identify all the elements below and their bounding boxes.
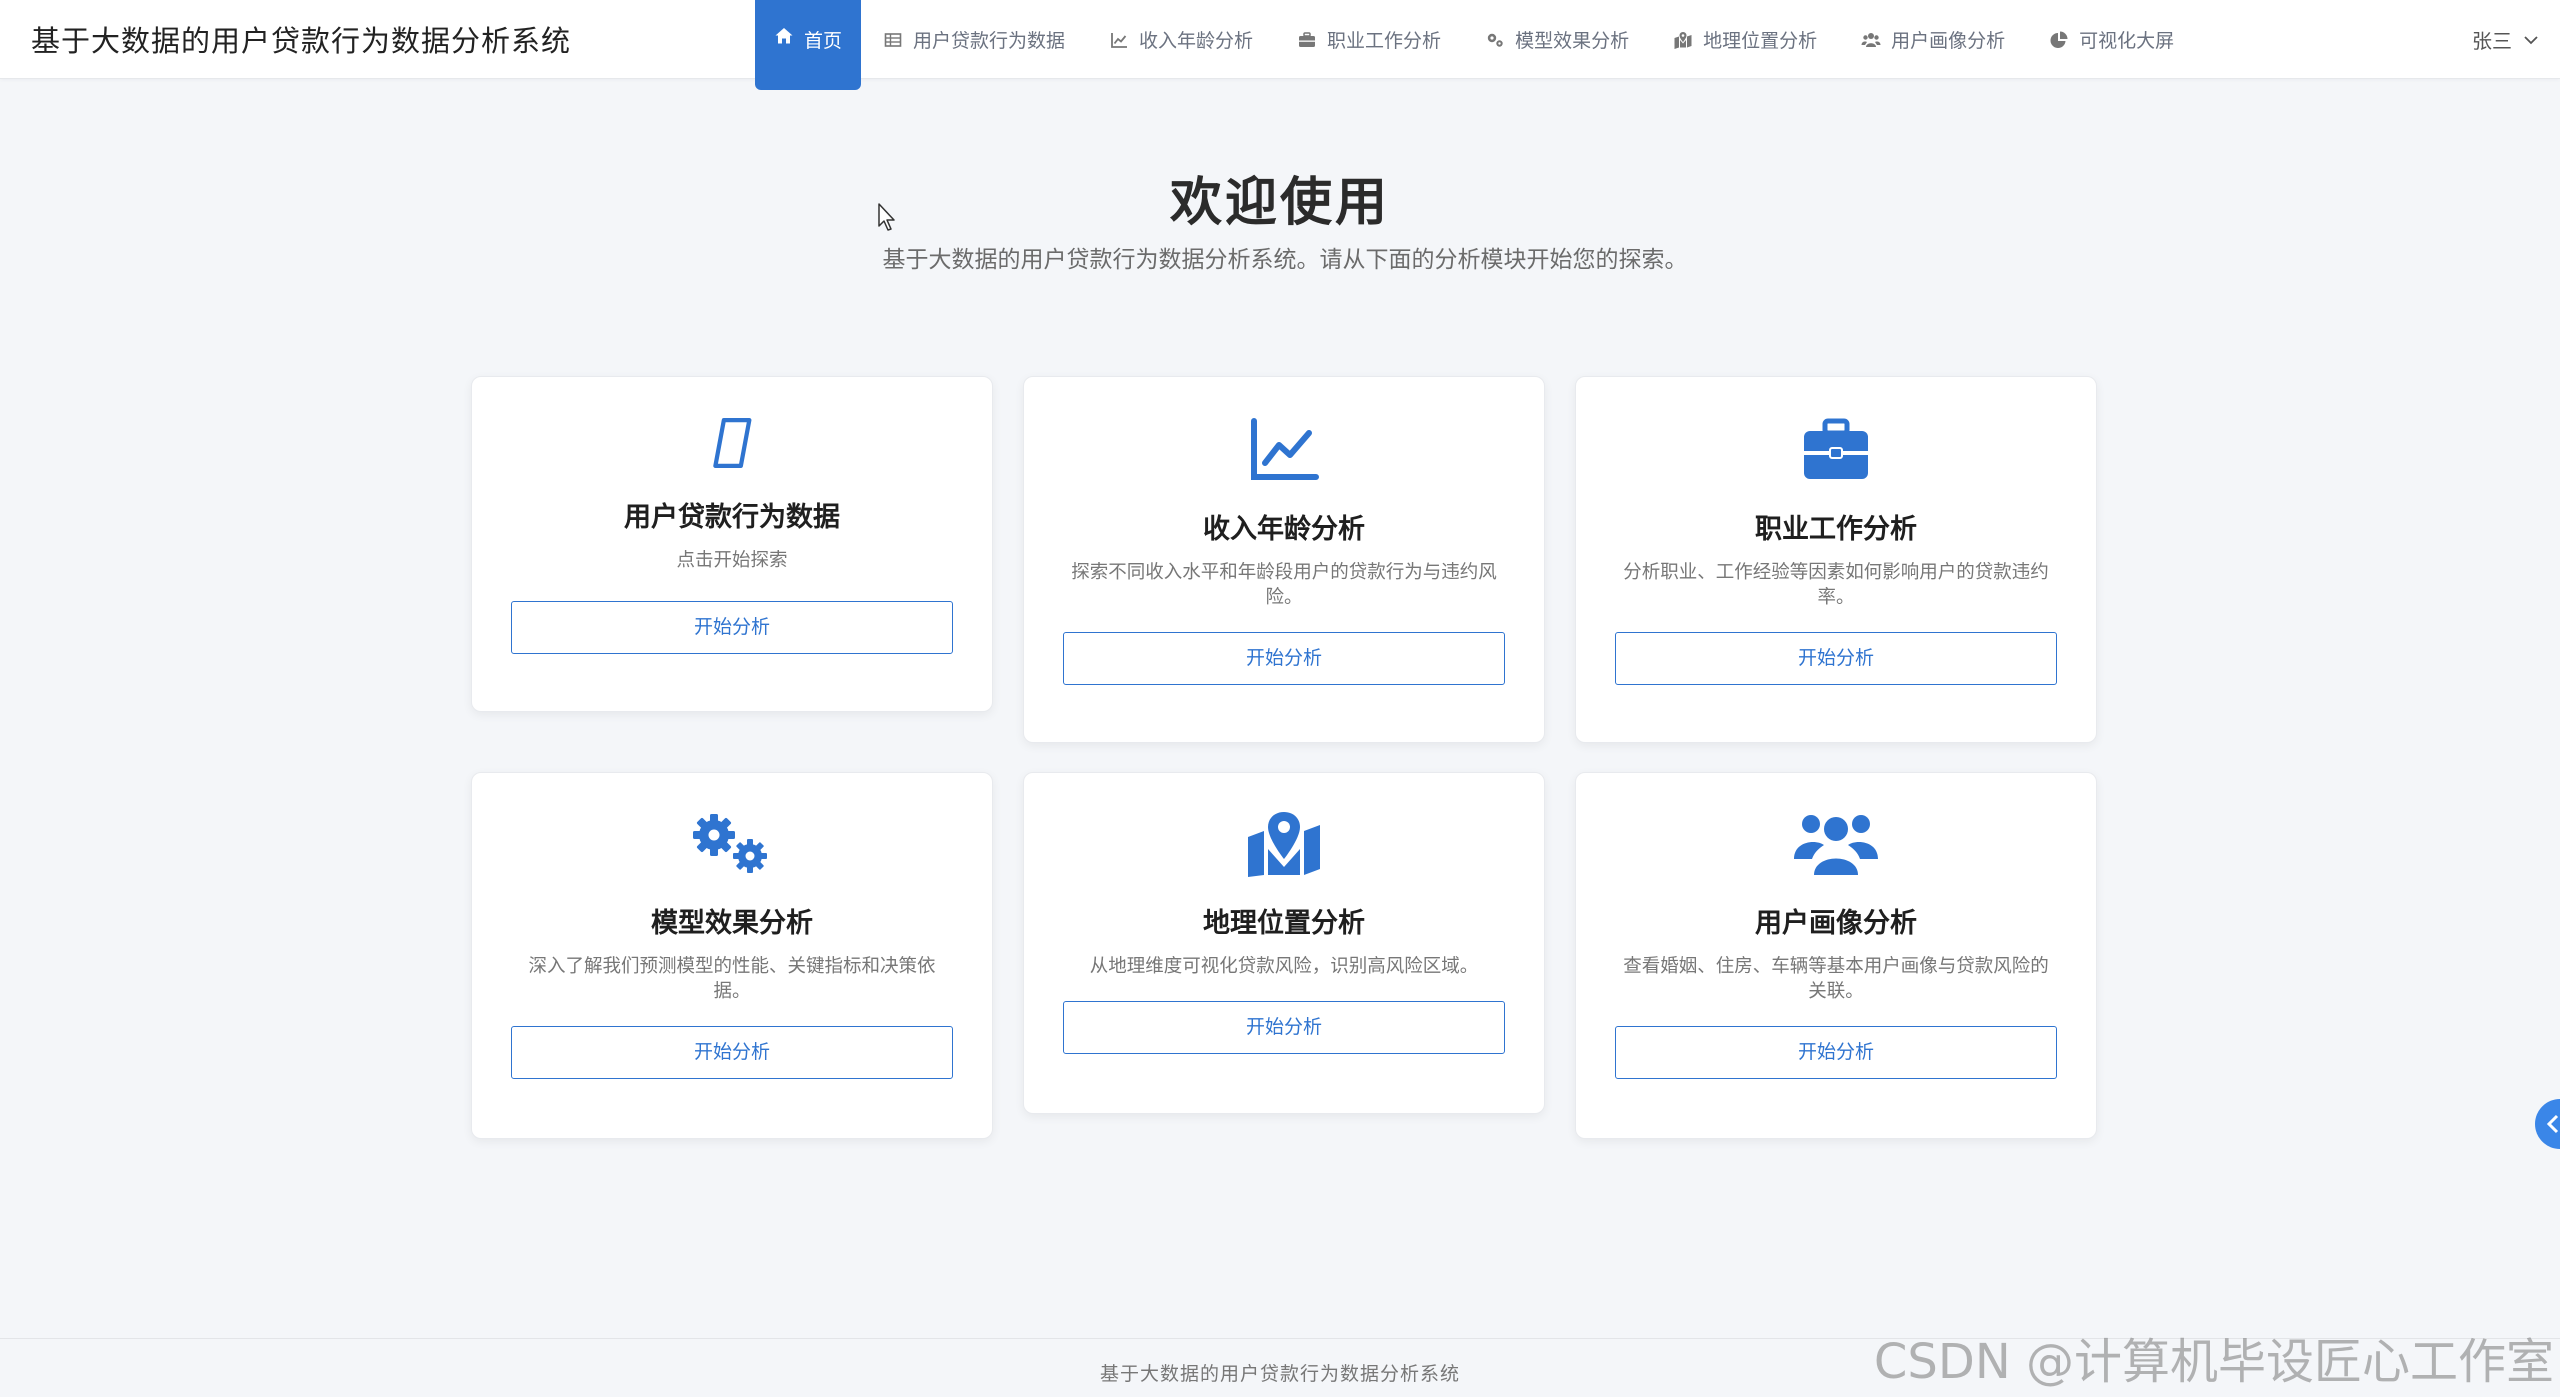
nav-item-label: 收入年龄分析 xyxy=(1139,30,1254,52)
briefcase-icon xyxy=(1297,30,1317,50)
card-description: 查看婚姻、住房、车辆等基本用户画像与贷款风险的关联。 xyxy=(1623,956,2049,1002)
card-description: 深入了解我们预测模型的性能、关键指标和决策依据。 xyxy=(528,956,936,1002)
module-card-profile: 用户画像分析 查看婚姻、住房、车辆等基本用户画像与贷款风险的关联。 开始分析 xyxy=(1575,772,2097,1139)
start-analysis-button[interactable]: 开始分析 xyxy=(1615,1026,2057,1079)
table-icon xyxy=(712,417,752,469)
top-navbar: 基于大数据的用户贷款行为数据分析系统 首页 用户贷款行为数据 收入年龄分析 职业… xyxy=(0,0,2560,90)
card-title: 收入年龄分析 xyxy=(1203,514,1365,545)
chevron-left-icon xyxy=(2546,1114,2559,1134)
map-icon xyxy=(1248,812,1320,877)
card-description: 探索不同收入水平和年龄段用户的贷款行为与违约风险。 xyxy=(1071,562,1497,608)
nav-item-income-age[interactable]: 收入年龄分析 xyxy=(1087,0,1275,79)
module-card-loan-data: 用户贷款行为数据 点击开始探索 开始分析 xyxy=(471,376,993,712)
users-icon xyxy=(1794,815,1878,875)
card-description: 分析职业、工作经验等因素如何影响用户的贷款违约率。 xyxy=(1623,562,2049,608)
card-icon xyxy=(472,415,992,485)
user-menu[interactable]: 张三 xyxy=(2472,0,2540,79)
nav-item-model[interactable]: 模型效果分析 xyxy=(1463,0,1651,79)
page-subtitle: 基于大数据的用户贷款行为数据分析系统。请从下面的分析模块开始您的探索。 xyxy=(882,247,1688,273)
nav-item-loan-data[interactable]: 用户贷款行为数据 xyxy=(861,0,1087,79)
line-chart-icon xyxy=(1109,30,1129,50)
main-nav: 首页 用户贷款行为数据 收入年龄分析 职业工作分析 模型效果分析 地理位置分析 … xyxy=(755,0,2196,90)
pie-chart-icon xyxy=(2049,30,2069,50)
table-icon xyxy=(883,30,903,50)
cogs-icon xyxy=(1485,30,1505,50)
card-title: 用户画像分析 xyxy=(1755,908,1917,939)
card-description: 从地理维度可视化贷款风险，识别高风险区域。 xyxy=(1089,956,1479,977)
nav-item-label: 职业工作分析 xyxy=(1327,30,1442,52)
home-icon xyxy=(774,26,794,46)
card-title: 用户贷款行为数据 xyxy=(624,502,840,533)
module-card-income-age: 收入年龄分析 探索不同收入水平和年龄段用户的贷款行为与违约风险。 开始分析 xyxy=(1023,376,1545,743)
page-title: 欢迎使用 xyxy=(1169,172,1390,233)
nav-item-occupation[interactable]: 职业工作分析 xyxy=(1275,0,1463,79)
module-card-geo: 地理位置分析 从地理维度可视化贷款风险，识别高风险区域。 开始分析 xyxy=(1023,772,1545,1114)
chevron-down-icon xyxy=(2524,35,2538,44)
nav-item-label: 首页 xyxy=(804,30,843,52)
users-icon xyxy=(1861,30,1881,50)
nav-item-label: 模型效果分析 xyxy=(1515,30,1630,52)
module-card-occupation: 职业工作分析 分析职业、工作经验等因素如何影响用户的贷款违约率。 开始分析 xyxy=(1575,376,2097,743)
card-icon xyxy=(1024,811,1544,891)
start-analysis-button[interactable]: 开始分析 xyxy=(511,1026,953,1079)
start-analysis-button[interactable]: 开始分析 xyxy=(1615,632,2057,685)
nav-item-label: 用户贷款行为数据 xyxy=(913,30,1066,52)
start-analysis-button[interactable]: 开始分析 xyxy=(511,601,953,654)
map-icon xyxy=(1673,30,1693,50)
app-title[interactable]: 基于大数据的用户贷款行为数据分析系统 xyxy=(31,18,571,60)
card-description: 点击开始探索 xyxy=(676,550,788,571)
watermark: CSDN @计算机毕设匠心工作室 xyxy=(1873,1334,2554,1390)
start-analysis-button[interactable]: 开始分析 xyxy=(1063,1001,1505,1054)
card-title: 地理位置分析 xyxy=(1203,908,1365,939)
card-title: 模型效果分析 xyxy=(651,908,813,939)
card-icon xyxy=(1024,417,1544,497)
nav-item-home[interactable]: 首页 xyxy=(755,0,862,90)
nav-item-label: 用户画像分析 xyxy=(1891,30,2006,52)
start-analysis-button[interactable]: 开始分析 xyxy=(1063,632,1505,685)
cogs-icon xyxy=(693,814,767,873)
card-title: 职业工作分析 xyxy=(1755,514,1917,545)
user-name: 张三 xyxy=(2472,29,2512,53)
card-icon xyxy=(472,811,992,891)
briefcase-icon xyxy=(1804,418,1868,479)
line-chart-icon xyxy=(1251,418,1319,480)
nav-item-profile[interactable]: 用户画像分析 xyxy=(1839,0,2027,79)
nav-item-dashboard[interactable]: 可视化大屏 xyxy=(2027,0,2196,79)
card-icon xyxy=(1576,417,2096,497)
nav-item-label: 可视化大屏 xyxy=(2079,30,2175,52)
nav-item-label: 地理位置分析 xyxy=(1703,30,1818,52)
card-icon xyxy=(1576,811,2096,891)
side-toggle-button[interactable] xyxy=(2535,1099,2560,1149)
module-card-model: 模型效果分析 深入了解我们预测模型的性能、关键指标和决策依据。 开始分析 xyxy=(471,772,993,1139)
mouse-cursor-icon xyxy=(878,203,895,231)
nav-item-geo[interactable]: 地理位置分析 xyxy=(1651,0,1839,79)
